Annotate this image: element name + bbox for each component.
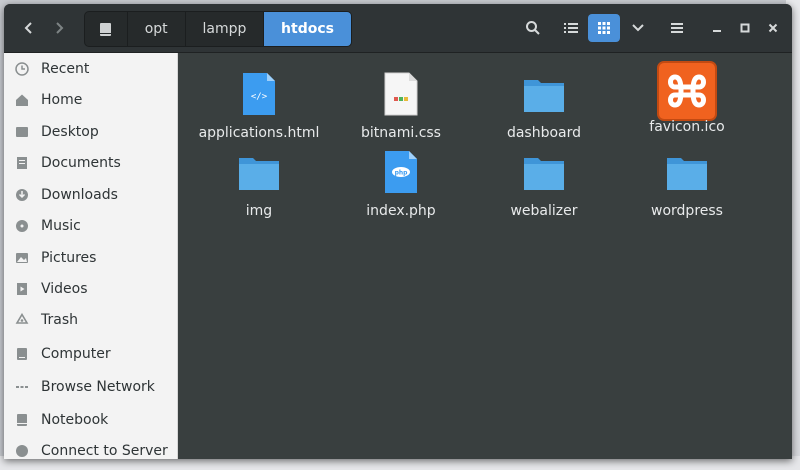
sidebar-item-documents[interactable]: Documents	[4, 149, 177, 177]
php-file-icon: php	[369, 145, 433, 199]
pictures-icon	[14, 250, 30, 266]
maximize-icon	[740, 23, 750, 33]
breadcrumb-htdocs[interactable]: htdocs	[264, 12, 351, 46]
sidebar-item-label: Desktop	[41, 124, 99, 140]
sidebar-item-label: Music	[41, 218, 81, 234]
folder-icon	[655, 145, 719, 199]
network-icon	[14, 379, 30, 395]
grid-view-button[interactable]	[588, 14, 620, 42]
search-button[interactable]	[518, 14, 548, 42]
file-item-applications-html[interactable]: </> applications.html	[194, 67, 324, 143]
sidebar-item-desktop[interactable]: Desktop	[4, 118, 177, 146]
close-button[interactable]	[758, 14, 788, 42]
file-name: dashboard	[506, 125, 582, 141]
sidebar-item-label: Pictures	[41, 250, 97, 266]
sidebar-item-label: Documents	[41, 155, 121, 171]
list-view-button[interactable]	[556, 14, 586, 42]
minimize-button[interactable]	[702, 14, 732, 42]
sidebar-item-home[interactable]: Home	[4, 86, 177, 114]
sidebar-item-browse-network[interactable]: Browse Network	[4, 373, 177, 401]
hamburger-menu-icon	[671, 23, 683, 33]
sidebar-item-label: Computer	[41, 346, 111, 362]
file-item-img[interactable]: img	[194, 145, 324, 221]
sidebar-item-label: Recent	[41, 61, 90, 77]
menu-button[interactable]	[662, 14, 692, 42]
sidebar-item-trash[interactable]: Trash	[4, 306, 177, 334]
file-manager-window: opt lampp htdocs Recent Home Desktop Doc…	[4, 4, 792, 459]
css-file-icon	[369, 67, 433, 121]
svg-text:php: php	[395, 170, 409, 177]
html-file-icon: </>	[227, 67, 291, 121]
path-bar: opt lampp htdocs	[84, 11, 352, 47]
file-item-favicon-ico[interactable]: favicon.ico	[622, 61, 752, 137]
file-name: webalizer	[510, 203, 578, 219]
desktop-icon	[14, 124, 30, 140]
music-icon	[14, 218, 30, 234]
sidebar-item-notebook[interactable]: Notebook	[4, 406, 177, 434]
file-item-bitnami-css[interactable]: bitnami.css	[336, 67, 466, 143]
sidebar-item-recent[interactable]: Recent	[4, 55, 177, 83]
sidebar-item-downloads[interactable]: Downloads	[4, 181, 177, 209]
file-view: </> applications.html bitnami.css dashbo…	[178, 53, 792, 459]
file-item-wordpress[interactable]: wordpress	[622, 145, 752, 221]
close-icon	[768, 23, 778, 33]
chevron-right-icon	[56, 22, 64, 34]
server-icon	[14, 443, 30, 459]
file-item-index-php[interactable]: php index.php	[336, 145, 466, 221]
computer-icon	[14, 346, 30, 362]
breadcrumb-opt[interactable]: opt	[128, 12, 186, 46]
grid-view-icon	[598, 22, 610, 34]
breadcrumb-root[interactable]	[85, 12, 128, 46]
sidebar-item-label: Home	[41, 92, 83, 108]
sidebar-item-label: Browse Network	[41, 379, 155, 395]
chevron-down-icon	[632, 24, 644, 32]
xampp-logo-icon	[655, 61, 719, 121]
file-item-dashboard[interactable]: dashboard	[479, 67, 609, 143]
file-name: index.php	[366, 203, 436, 219]
back-button[interactable]	[14, 14, 44, 42]
sidebar-item-computer[interactable]: Computer	[4, 340, 177, 368]
places-sidebar: Recent Home Desktop Documents Downloads …	[4, 53, 178, 459]
downloads-icon	[14, 187, 30, 203]
breadcrumb-lampp[interactable]: lampp	[186, 12, 264, 46]
folder-icon	[227, 145, 291, 199]
file-name: wordpress	[651, 203, 723, 219]
file-item-webalizer[interactable]: webalizer	[479, 145, 609, 221]
videos-icon	[14, 281, 30, 297]
drive-icon	[100, 22, 112, 36]
forward-button[interactable]	[44, 14, 74, 42]
svg-text:</>: </>	[251, 92, 268, 102]
folder-icon	[512, 145, 576, 199]
sidebar-item-label: Videos	[41, 281, 88, 297]
list-view-icon	[564, 23, 578, 33]
sidebar-item-label: Downloads	[41, 187, 118, 203]
sidebar-item-label: Notebook	[41, 412, 109, 428]
sidebar-item-videos[interactable]: Videos	[4, 275, 177, 303]
clock-icon	[14, 61, 30, 77]
minimize-icon	[713, 30, 721, 32]
file-name: favicon.ico	[649, 119, 725, 135]
home-icon	[14, 92, 30, 108]
sidebar-item-pictures[interactable]: Pictures	[4, 244, 177, 272]
file-name: applications.html	[198, 125, 320, 141]
drive-icon	[14, 412, 30, 428]
documents-icon	[14, 155, 30, 171]
sidebar-item-connect-to-server[interactable]: Connect to Server	[4, 437, 177, 459]
sidebar-item-label: Trash	[41, 312, 78, 328]
view-options-button[interactable]	[623, 14, 653, 42]
file-name: bitnami.css	[361, 125, 441, 141]
folder-icon	[512, 67, 576, 121]
trash-icon	[14, 312, 30, 328]
maximize-button[interactable]	[730, 14, 760, 42]
chevron-left-icon	[24, 22, 32, 34]
file-name: img	[245, 203, 273, 219]
search-icon	[526, 21, 540, 35]
sidebar-item-music[interactable]: Music	[4, 212, 177, 240]
sidebar-item-label: Connect to Server	[41, 443, 168, 459]
header-bar: opt lampp htdocs	[4, 4, 792, 53]
